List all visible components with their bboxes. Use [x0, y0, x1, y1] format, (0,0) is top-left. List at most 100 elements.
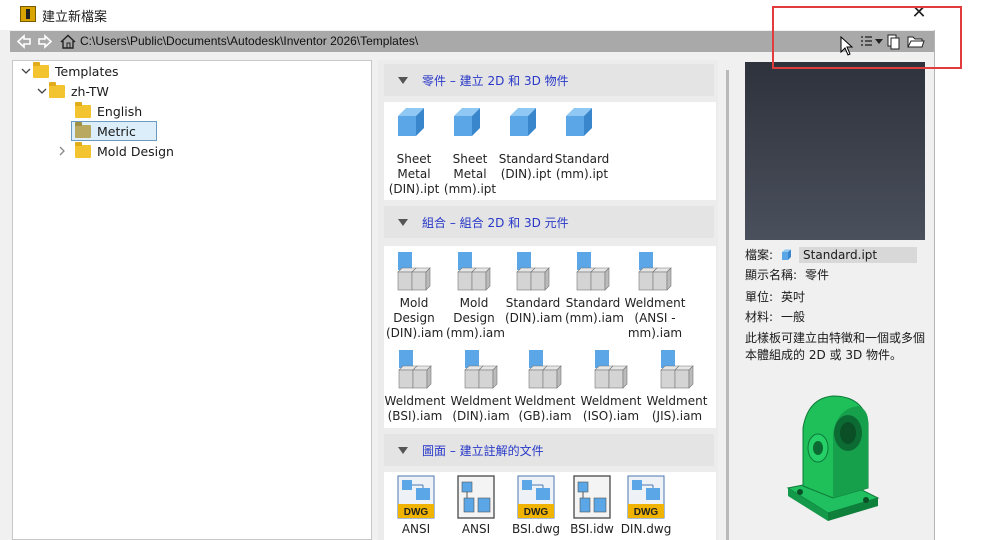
parts-items: Sheet Metal (DIN).ipt Sheet Metal (mm).i…: [384, 102, 716, 200]
chevron-down-icon[interactable]: [19, 64, 33, 78]
template-din-dwg[interactable]: DWG DIN.dwg: [618, 474, 674, 537]
dwg-icon: DWG: [512, 474, 560, 520]
template-label: Weldment (BSI).iam: [384, 394, 446, 423]
drawings-items: DWG ANSI ANSI DWG BSI.dwg BSI.idw DWG DI…: [384, 472, 716, 540]
section-title: 組合 – 組合 2D 和 3D 元件: [422, 215, 569, 230]
template-weldment-jis-iam[interactable]: Weldment (JIS).iam: [646, 346, 708, 424]
assembly-icon: [509, 248, 557, 294]
folder-icon: [33, 61, 49, 78]
dwg-badge: DWG: [634, 507, 659, 518]
chevron-down-icon[interactable]: [35, 84, 49, 98]
window-title: 建立新檔案: [42, 10, 108, 25]
template-folder-tree: Templates zh-TW English Metric Mold Desi…: [12, 60, 372, 540]
section-header-parts[interactable]: 零件 – 建立 2D 和 3D 物件: [384, 64, 714, 96]
template-label: Weldment (ISO).iam: [580, 394, 642, 423]
chevron-right-icon[interactable]: [55, 144, 69, 158]
info-material: 材料: 一般: [745, 308, 805, 325]
template-weldment-ansi-mm-iam[interactable]: Weldment (ANSI - mm).iam: [624, 248, 686, 341]
folder-icon: [75, 121, 91, 138]
forward-arrow-icon[interactable]: [37, 34, 53, 49]
tree-item-label: Templates: [55, 63, 119, 79]
tree-item-metric[interactable]: Metric: [71, 121, 157, 141]
section-header-drawings[interactable]: 圖面 – 建立註解的文件: [384, 434, 714, 466]
part-icon: [558, 104, 606, 150]
template-mold-design-mm-iam[interactable]: Mold Design (mm).iam: [446, 248, 505, 341]
info-display-key: 顯示名稱:: [745, 268, 798, 282]
template-sheet-metal-mm-ipt[interactable]: Sheet Metal (mm).ipt: [442, 104, 498, 197]
dwg-badge: DWG: [404, 507, 429, 518]
template-label: Weldment (GB).iam: [514, 394, 576, 423]
current-path[interactable]: C:\Users\Public\Documents\Autodesk\Inven…: [80, 34, 418, 48]
back-arrow-icon[interactable]: [16, 34, 32, 49]
part-icon: [390, 104, 438, 150]
template-label: Mold Design (DIN).iam: [386, 296, 444, 340]
tree-item-zh-tw[interactable]: zh-TW: [35, 81, 109, 101]
info-file-key: 檔案:: [745, 248, 774, 262]
annotation-highlight-box: [772, 6, 962, 69]
template-weldment-gb-iam[interactable]: Weldment (GB).iam: [514, 346, 576, 424]
template-weldment-din-iam[interactable]: Weldment (DIN).iam: [450, 346, 512, 424]
inventor-app-icon: [20, 6, 36, 22]
assembly-icon: [390, 248, 438, 294]
info-material-key: 材料:: [745, 310, 774, 324]
template-standard-din-iam[interactable]: Standard (DIN).iam: [505, 248, 563, 326]
assembly-icon: [569, 248, 617, 294]
section-header-assemblies[interactable]: 組合 – 組合 2D 和 3D 元件: [384, 206, 714, 238]
tree-item-label: English: [97, 103, 143, 119]
template-weldment-iso-iam[interactable]: Weldment (ISO).iam: [580, 346, 642, 424]
info-unit: 單位: 英吋: [745, 288, 805, 305]
tree-item-english[interactable]: English: [75, 101, 142, 121]
idw-icon: [452, 474, 500, 520]
tree-item-mold-design[interactable]: Mold Design: [55, 141, 174, 161]
tree-item-templates[interactable]: Templates: [19, 61, 119, 81]
collapse-arrow-icon[interactable]: [398, 446, 408, 454]
assemblies-items: Mold Design (DIN).iam Mold Design (mm).i…: [384, 246, 716, 428]
info-file-value: Standard.ipt: [799, 246, 918, 263]
folder-icon: [75, 101, 91, 118]
template-label: Weldment (JIS).iam: [646, 394, 708, 423]
template-sheet-metal-din-ipt[interactable]: Sheet Metal (DIN).ipt: [386, 104, 442, 197]
folder-icon: [49, 81, 65, 98]
info-unit-key: 單位:: [745, 290, 774, 304]
info-display-value: 零件: [805, 268, 830, 282]
panel-splitter[interactable]: [726, 70, 729, 540]
template-standard-mm-ipt[interactable]: Standard (mm).ipt: [554, 104, 610, 182]
template-label: Mold Design (mm).iam: [446, 296, 505, 340]
assembly-icon: [450, 248, 498, 294]
folder-icon: [75, 141, 91, 158]
template-mold-design-din-iam[interactable]: Mold Design (DIN).iam: [386, 248, 444, 341]
template-weldment-bsi-iam[interactable]: Weldment (BSI).iam: [384, 346, 446, 424]
idw-icon: [568, 474, 616, 520]
template-label: Standard (DIN).iam: [505, 296, 563, 325]
template-label: Weldment (DIN).iam: [450, 394, 512, 423]
template-label: BSI.idw: [570, 522, 614, 536]
template-label: Sheet Metal (DIN).ipt: [388, 152, 440, 196]
template-description: 此樣板可建立由特徵和一個或多個本體組成的 2D 或 3D 物件。: [745, 331, 926, 362]
template-bsi-idw[interactable]: BSI.idw: [564, 474, 620, 537]
dwg-icon: DWG: [392, 474, 440, 520]
template-ansi-dwg[interactable]: DWG ANSI: [388, 474, 444, 537]
collapse-arrow-icon[interactable]: [398, 76, 408, 84]
template-label: Standard (mm).ipt: [554, 152, 610, 181]
template-standard-mm-iam[interactable]: Standard (mm).iam: [565, 248, 624, 326]
assembly-icon: [631, 248, 679, 294]
template-label: DIN.dwg: [620, 522, 672, 536]
template-label: Weldment (ANSI - mm).iam: [624, 296, 686, 340]
template-list: 零件 – 建立 2D 和 3D 物件 Sheet Metal (DIN).ipt…: [378, 60, 718, 540]
template-ansi-idw[interactable]: ANSI: [448, 474, 504, 537]
assembly-icon: [457, 346, 505, 392]
info-unit-value: 英吋: [781, 290, 806, 304]
info-file: 檔案: Standard.ipt: [745, 246, 918, 263]
template-bsi-dwg[interactable]: DWG BSI.dwg: [508, 474, 564, 537]
dwg-badge: DWG: [524, 507, 549, 518]
mouse-cursor-icon: [840, 36, 854, 56]
template-standard-din-ipt[interactable]: Standard (DIN).ipt: [498, 104, 554, 182]
template-preview: [745, 62, 925, 240]
section-title: 圖面 – 建立註解的文件: [422, 443, 544, 458]
3d-part-model-image: [786, 395, 880, 521]
collapse-arrow-icon[interactable]: [398, 218, 408, 226]
template-label: Standard (mm).iam: [565, 296, 624, 325]
home-icon[interactable]: [60, 34, 76, 49]
assembly-icon: [653, 346, 701, 392]
info-material-value: 一般: [781, 310, 806, 324]
